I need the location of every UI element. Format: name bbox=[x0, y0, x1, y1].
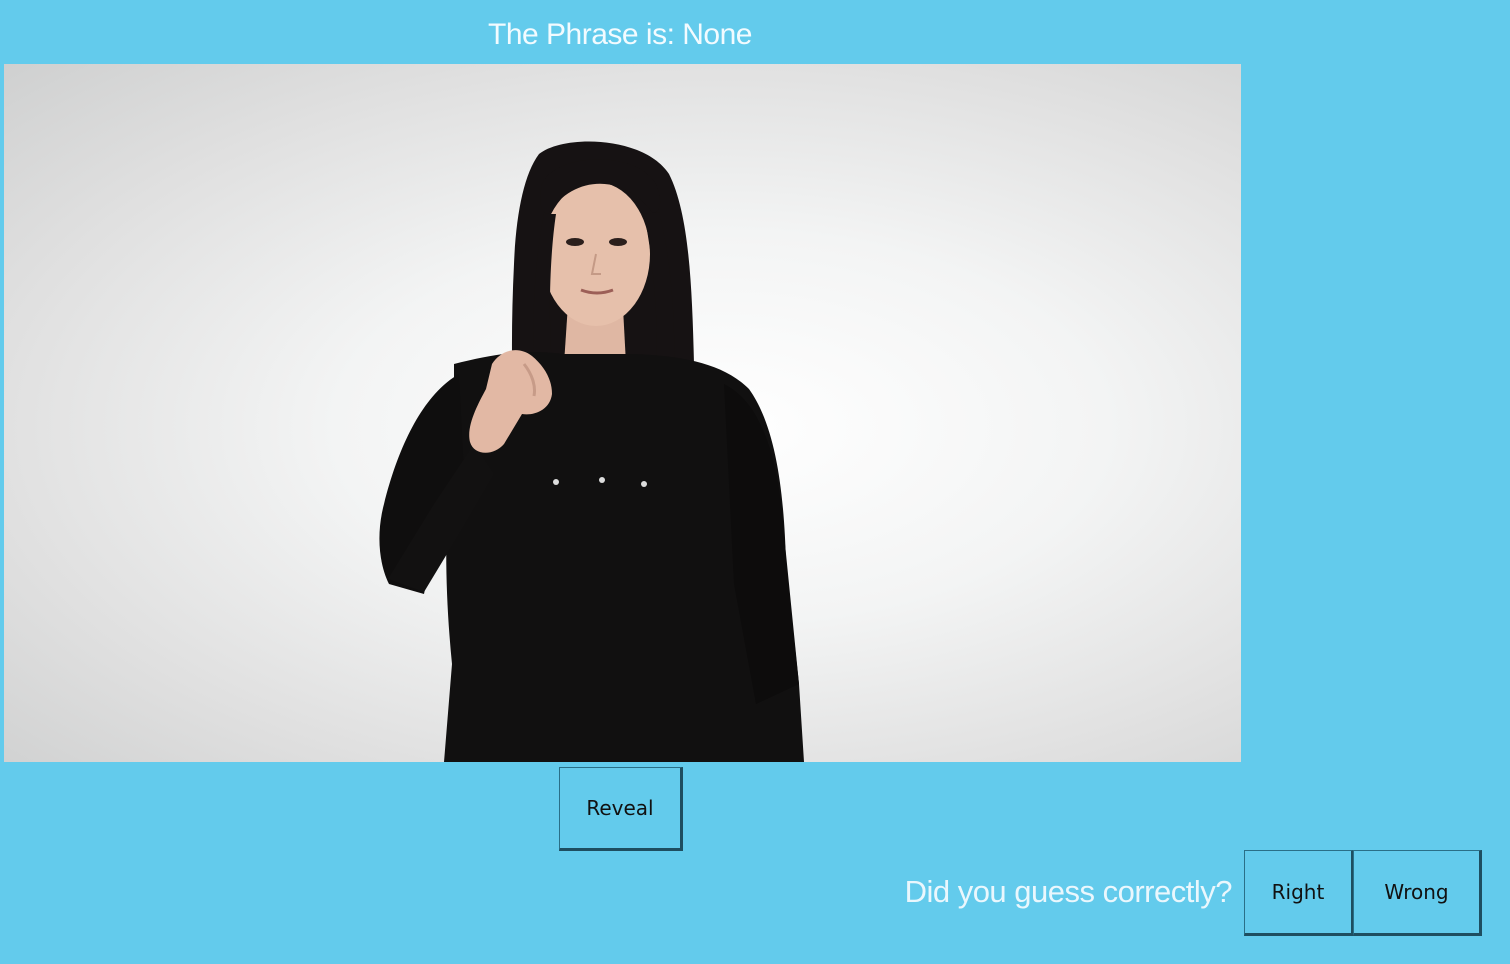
sign-video bbox=[4, 64, 1241, 762]
phrase-title: The Phrase is: None bbox=[488, 18, 752, 51]
reveal-button[interactable]: Reveal bbox=[559, 767, 683, 851]
guess-question: Did you guess correctly? bbox=[904, 874, 1233, 909]
right-button[interactable]: Right bbox=[1244, 850, 1354, 936]
signer-figure bbox=[379, 141, 804, 762]
wrong-button[interactable]: Wrong bbox=[1353, 850, 1482, 936]
